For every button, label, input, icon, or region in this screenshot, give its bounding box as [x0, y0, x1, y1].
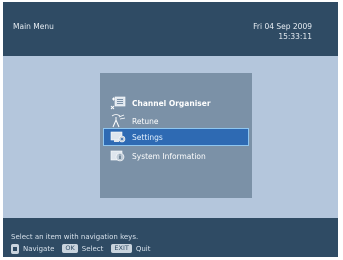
key-legend: Navigate OK Select EXIT Quit	[11, 243, 151, 254]
settings-icon	[110, 130, 126, 144]
quit-label: Quit	[135, 244, 151, 253]
footer-bar: Select an item with navigation keys. Nav…	[3, 218, 338, 257]
navigate-label: Navigate	[23, 244, 55, 253]
menu-item-label: Settings	[132, 132, 163, 142]
date-label: Fri 04 Sep 2009	[253, 22, 312, 31]
channel-organiser-icon	[110, 96, 126, 110]
system-information-icon	[110, 149, 126, 163]
menu-item-label: System Information	[132, 151, 206, 161]
menu-item-settings[interactable]: Settings	[103, 128, 249, 146]
menu-item-label: Retune	[132, 116, 159, 126]
main-menu-panel: Channel Organiser Retune Settings System…	[100, 73, 252, 198]
navigation-key-icon	[11, 243, 19, 254]
clock: Fri 04 Sep 2009 15:33:11	[253, 22, 312, 42]
menu-item-system-information[interactable]: System Information	[104, 148, 248, 164]
header-bar: Main Menu Fri 04 Sep 2009 15:33:11	[3, 2, 338, 56]
menu-item-retune[interactable]: Retune	[104, 113, 248, 129]
menu-item-label: Channel Organiser	[132, 98, 211, 108]
select-label: Select	[81, 244, 104, 253]
ok-key-icon: OK	[62, 244, 78, 253]
menu-item-channel-organiser[interactable]: Channel Organiser	[104, 95, 248, 111]
page-title: Main Menu	[13, 22, 54, 31]
tv-screen: Main Menu Fri 04 Sep 2009 15:33:11 Chann…	[3, 2, 338, 257]
help-text: Select an item with navigation keys.	[11, 233, 139, 241]
retune-icon	[110, 114, 126, 128]
exit-key-icon: EXIT	[111, 244, 132, 253]
time-label: 15:33:11	[278, 32, 312, 41]
